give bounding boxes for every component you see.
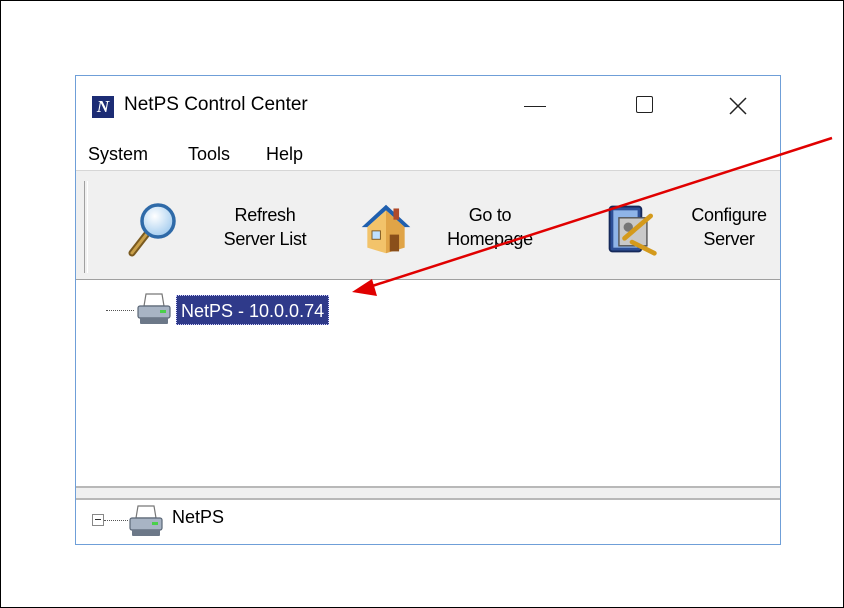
netps-control-center-window: N NetPS Control Center System Tools Help [75,75,781,545]
bottom-tree-panel: NetPS [76,500,780,544]
bottom-tree-connector [104,520,128,521]
tree-connector [106,310,134,311]
server-tree-panel: NetPS - 10.0.0.74 [76,280,780,487]
close-icon [729,97,747,115]
minimize-button[interactable] [516,90,556,122]
menu-tools[interactable]: Tools [188,144,230,165]
menu-help[interactable]: Help [266,144,303,165]
maximize-button[interactable] [624,90,664,122]
menu-bar: System Tools Help [76,138,780,170]
go-to-homepage-button[interactable]: Go to Homepage [358,185,598,265]
toolbar-grip[interactable] [84,181,88,273]
collapse-icon[interactable] [92,514,104,526]
panel-splitter[interactable] [76,486,780,500]
configure-server-icon [608,205,657,256]
tree-root-netps[interactable]: NetPS [172,507,224,528]
configure-label-line1: Configure [691,205,767,225]
title-bar[interactable]: N NetPS Control Center [76,76,780,138]
configure-label-line2: Server [703,229,755,249]
homepage-label-line2: Homepage [447,229,533,249]
printer-icon [137,293,171,324]
close-button[interactable] [718,90,758,122]
house-icon [361,204,411,254]
window-title: NetPS Control Center [124,94,308,115]
tree-item-netps-server[interactable]: NetPS - 10.0.0.74 [176,295,330,325]
refresh-server-list-button[interactable]: Refresh Server List [126,185,366,265]
refresh-label: Refresh Server List [206,203,324,251]
magnifier-icon [128,203,176,257]
printer-icon [129,505,163,536]
configure-server-button[interactable]: Configure Server [604,185,780,265]
toolbar: Refresh Server List Go to Homepage Confi… [76,170,780,280]
homepage-label-line1: Go to [468,205,512,225]
refresh-label-line2: Server List [223,229,307,249]
refresh-label-line1: Refresh [234,205,296,225]
netps-app-icon: N [92,96,114,118]
menu-system[interactable]: System [88,144,148,165]
homepage-label: Go to Homepage [430,203,550,251]
configure-label: Configure Server [674,203,780,251]
